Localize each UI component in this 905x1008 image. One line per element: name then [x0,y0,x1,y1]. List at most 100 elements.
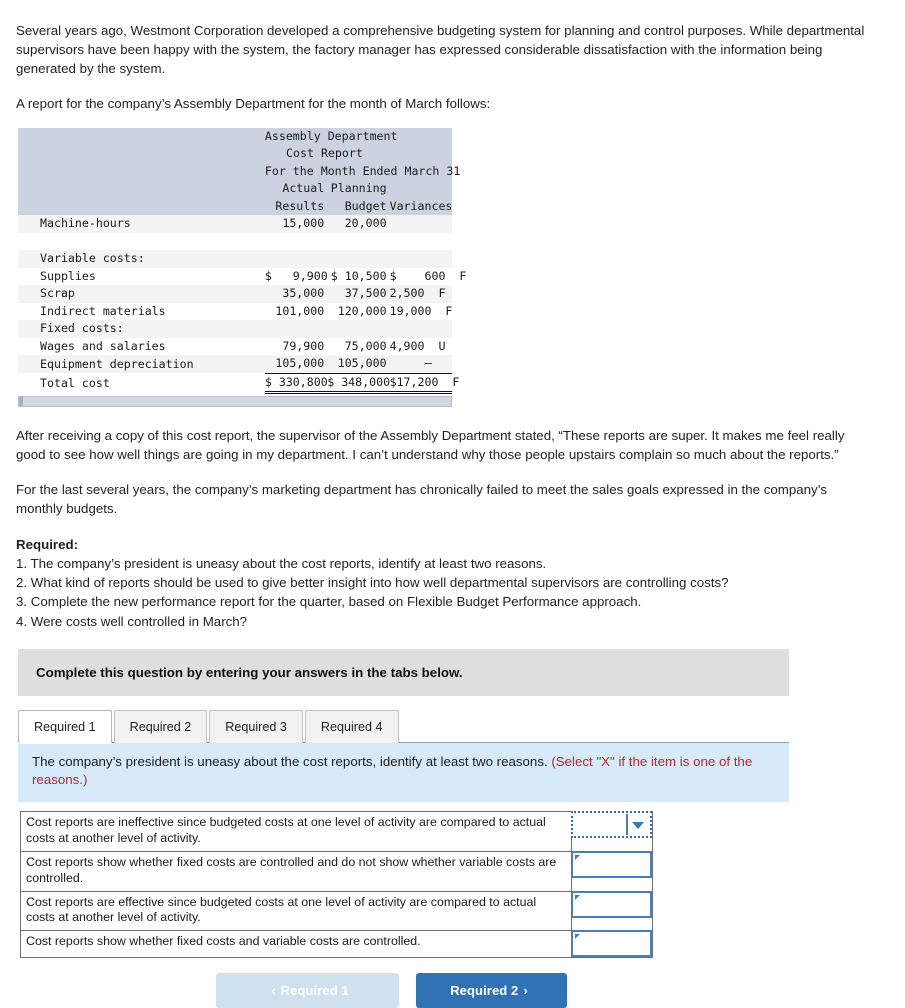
answer-select-2[interactable] [571,850,652,878]
required-item-4: 4. Were costs well controlled in March? [16,613,248,629]
question-banner: The company’s president is uneasy about … [18,742,789,803]
cost-report-container: Assembly Department Cost Report For the … [18,127,466,407]
question-banner-text: The company’s president is uneasy about … [32,753,552,769]
previous-button-label: Required 1 [280,983,349,999]
row-variance [389,215,452,233]
table-row: Indirect materials 101,000 120,000 19,00… [18,302,452,320]
table-spacer-row [18,232,452,250]
required-title: Required: [16,536,79,552]
row-label: Supplies [18,267,265,285]
row-actual: 79,900 [264,337,328,355]
row-variance: 19,000 F [389,302,452,320]
report-title-row-3: For the Month Ended March 31 [18,162,460,180]
col-head-budget-line-1: Planning [327,180,390,198]
caret-corner-icon [575,894,580,900]
required-block: Required: 1. The company’s president is … [16,535,889,631]
body-paragraph-3: After receiving a copy of this cost repo… [16,428,845,462]
chevron-left-icon: ‹ [271,983,276,999]
col-head-variances: Variances [389,197,452,215]
answer-select-cell[interactable] [571,850,653,892]
chevron-right-icon: › [523,983,528,999]
answer-select-4[interactable] [571,930,652,958]
row-budget [327,320,390,338]
answer-select-cell[interactable] [571,890,653,932]
intro-paragraph-2: A report for the company’s Assembly Depa… [16,95,491,111]
col-head-actual-line-2: Results [264,197,328,215]
row-variance: $17,200 F [389,372,459,394]
answer-select-3[interactable] [571,890,652,918]
table-row: Machine-hours 15,000 20,000 [18,215,452,233]
instruction-bar: Complete this question by entering your … [18,648,789,696]
row-actual: $ 330,800 [264,372,328,394]
body-paragraph-4: For the last several years, the company’… [16,481,828,516]
tab-required-1[interactable]: Required 1 [18,709,112,743]
tab-required-2[interactable]: Required 2 [113,709,208,743]
row-budget: $ 348,000 [327,372,390,394]
row-variance [389,250,452,268]
tab-required-3[interactable]: Required 3 [209,709,303,743]
row-label: Machine-hours [18,215,265,233]
report-column-head-row-2: Results Budget Variances [18,197,452,215]
row-budget: 20,000 [327,215,390,233]
report-title-line-1: Assembly Department [264,127,452,145]
row-actual: 35,000 [264,285,328,303]
row-variance [389,320,452,338]
answer-option-label: Cost reports show whether fixed costs an… [20,930,572,959]
tab-required-4[interactable]: Required 4 [304,709,399,743]
intro-paragraph-1: Several years ago, Westmont Corporation … [16,23,865,76]
required-item-1: 1. The company’s president is uneasy abo… [16,555,547,571]
row-actual [264,250,328,268]
row-actual: 101,000 [264,302,328,320]
report-title-line-2: Cost Report [264,145,452,163]
answer-option-label: Cost reports are effective since budgete… [20,890,572,932]
row-budget: $ 10,500 [327,267,390,285]
row-label: Wages and salaries [18,337,265,355]
tab-bar: Required 1 Required 2 Required 3 Require… [18,709,889,743]
next-required-button[interactable]: Required 2 › [416,973,567,1008]
answer-options-table: Cost reports are ineffective since budge… [20,811,653,959]
table-row: Cost reports are ineffective since budge… [20,811,653,852]
answer-select-cell[interactable] [571,930,653,959]
answer-select-1[interactable] [571,811,652,839]
table-row: Cost reports show whether fixed costs an… [20,930,653,959]
row-variance: 4,900 U [389,337,452,355]
table-row: Cost reports are effective since budgete… [20,890,653,932]
row-budget: 37,500 [327,285,390,303]
col-head-actual-line-1: Actual [264,180,328,198]
row-actual: $ 9,900 [264,267,328,285]
table-row: Wages and salaries 79,900 75,000 4,900 U [18,337,452,355]
row-variance: $ 600 F [389,267,466,285]
table-row: Fixed costs: [18,320,452,338]
answer-option-label: Cost reports show whether fixed costs ar… [20,850,572,892]
required-item-2: 2. What kind of reports should be used t… [16,575,729,591]
row-label: Scrap [18,285,265,303]
row-budget: 75,000 [327,337,390,355]
question-page: Several years ago, Westmont Corporation … [0,0,905,1008]
table-row: Cost reports show whether fixed costs ar… [20,850,653,892]
row-budget: 120,000 [327,302,390,320]
row-variance: – [389,355,452,373]
report-title-row-2: Cost Report [18,145,452,163]
row-budget: 105,000 [327,355,390,373]
row-label: Equipment depreciation [18,355,265,373]
row-actual [264,320,328,338]
row-label: Indirect materials [18,302,265,320]
table-row: Supplies $ 9,900 $ 10,500 $ 600 F [18,267,466,285]
row-label: Total cost [18,373,265,393]
caret-corner-icon [575,934,580,940]
answer-select-cell[interactable] [571,811,653,852]
table-row-total: Total cost $ 330,800 $ 348,000 $17,200 F [18,372,459,394]
row-actual: 105,000 [264,355,328,373]
report-horizontal-scrollbar[interactable] [18,396,452,407]
table-row: Scrap 35,000 37,500 2,500 F [18,285,452,303]
scrollbar-thumb[interactable] [19,397,23,406]
next-button-label: Required 2 [450,983,519,999]
previous-required-button[interactable]: ‹ Required 1 [216,973,399,1008]
col-head-budget-line-2: Budget [327,197,390,215]
required-item-3: 3. Complete the new performance report f… [16,594,642,610]
navigation-bar: ‹ Required 1 Required 2 › [20,973,889,1008]
report-column-head-row-1: Actual Planning [18,180,452,198]
row-actual: 15,000 [264,215,328,233]
chevron-down-icon[interactable] [632,822,644,830]
report-title-line-3: For the Month Ended March 31 [264,162,460,180]
